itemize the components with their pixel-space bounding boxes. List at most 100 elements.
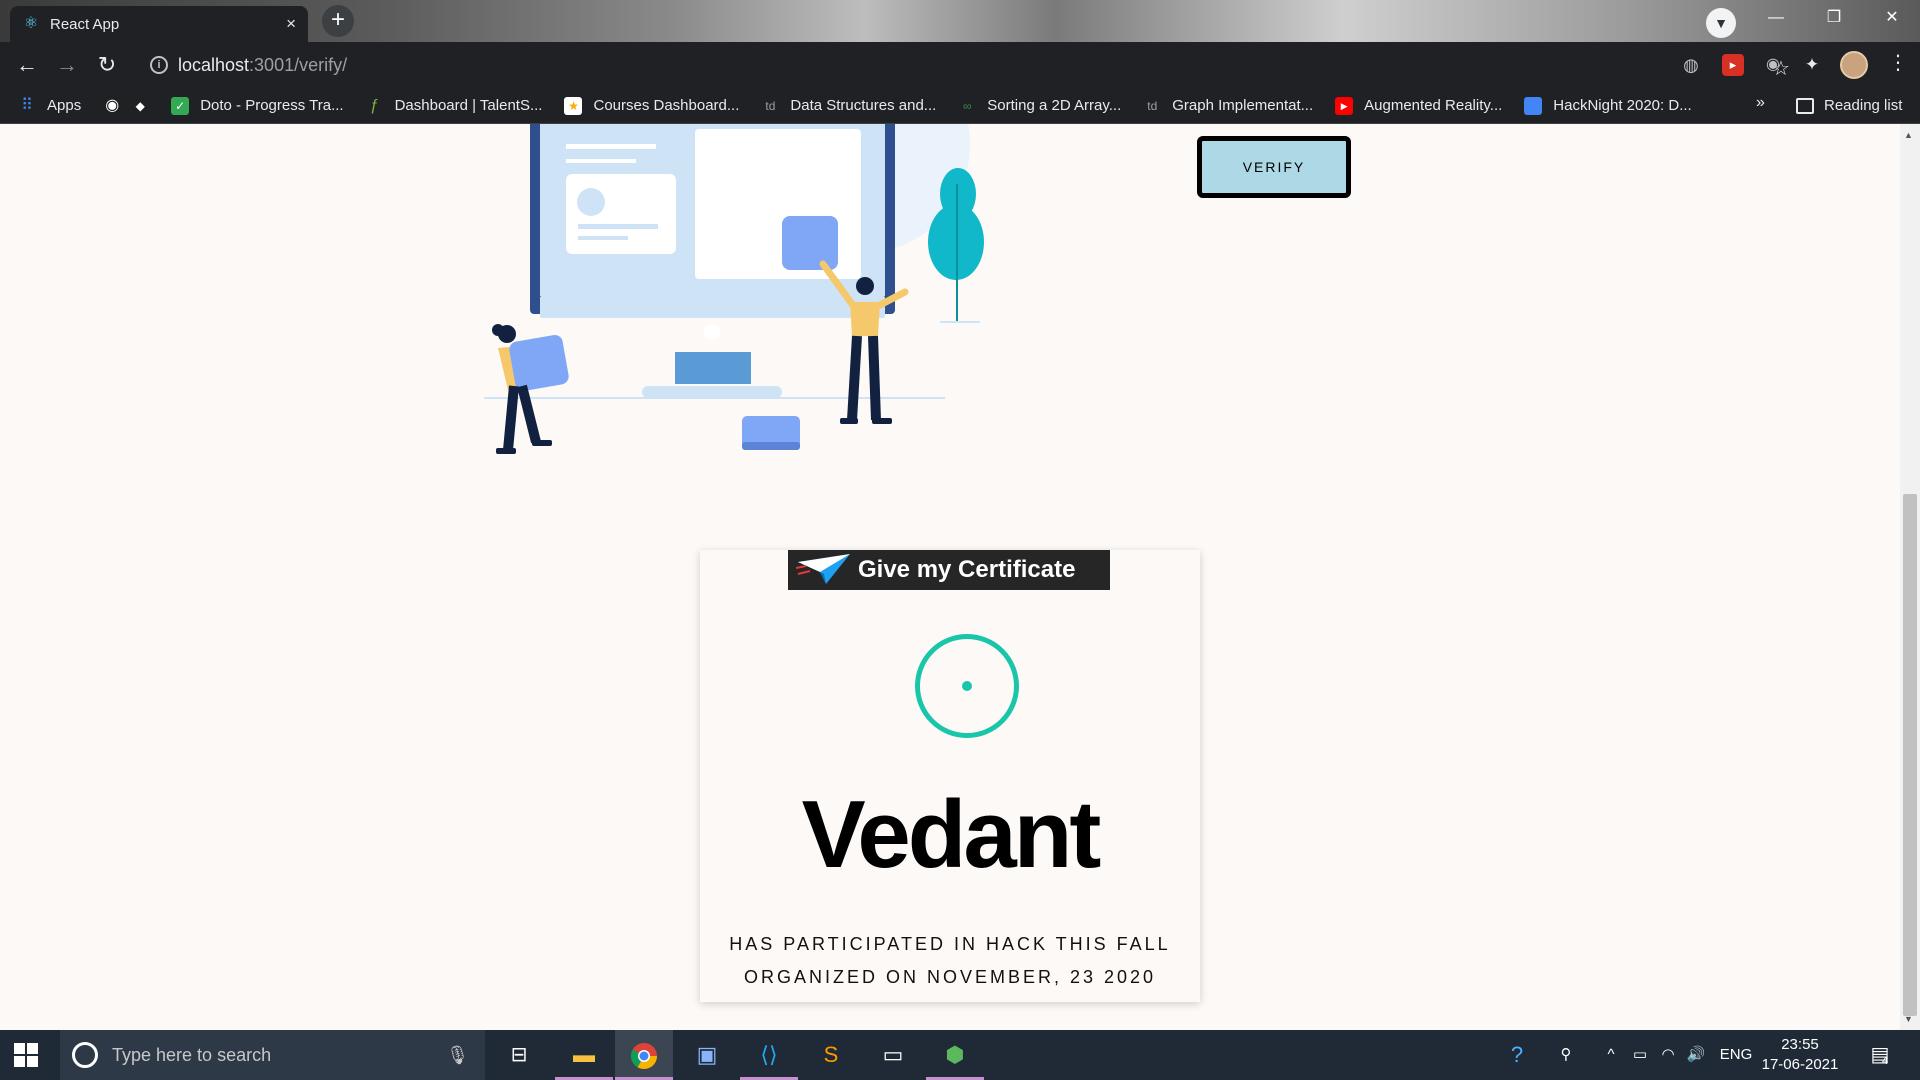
leaf-icon: ƒ — [370, 96, 380, 114]
scrollbar-thumb[interactable] — [1903, 494, 1917, 1016]
tab-search-icon[interactable]: ▼ — [1706, 8, 1736, 38]
taskbar-clock[interactable]: 23:55 17-06-2021 — [1760, 1035, 1840, 1075]
certificate-card: Give my Certificate Vedant HAS PARTICIPA… — [700, 550, 1200, 1002]
help-icon[interactable]: ? — [1500, 1030, 1534, 1080]
people-icon[interactable]: ⚲ — [1552, 1030, 1580, 1080]
bookmark-label: Augmented Reality... — [1364, 97, 1503, 114]
cortana-icon — [72, 1042, 98, 1068]
bookmark-apps[interactable]: ⠿ Apps — [18, 97, 81, 115]
taskbar-search[interactable]: Type here to search 🎙 — [60, 1030, 485, 1080]
more-bookmarks-icon[interactable]: » — [1756, 94, 1765, 112]
file-explorer-icon[interactable]: ▬ — [555, 1030, 613, 1080]
bookmark-ds[interactable]: td Data Structures and... — [761, 97, 936, 115]
youtube-icon: ▶ — [1335, 96, 1354, 115]
participation-line: HAS PARTICIPATED IN HACK THIS FALL — [729, 934, 1171, 954]
nodejs-icon[interactable]: ⬢ — [926, 1030, 984, 1080]
participant-name: Vedant — [801, 781, 1102, 888]
new-tab-button[interactable]: + — [322, 5, 354, 37]
check-icon: ✓ — [171, 96, 190, 115]
windows-start-icon[interactable] — [14, 1043, 38, 1067]
bookmark-label: HackNight 2020: D... — [1553, 97, 1692, 114]
reload-icon[interactable]: ↻ — [90, 49, 124, 81]
site-info-icon[interactable]: i — [150, 56, 168, 74]
page-scrollbar[interactable]: ▲ ▼ — [1900, 124, 1920, 1030]
bookmark-graph[interactable]: td Graph Implementat... — [1143, 97, 1313, 115]
address-bar[interactable]: i localhost:3001/verify/ ☆ — [142, 48, 1790, 82]
bookmark-doto[interactable]: ✓ Doto - Progress Tra... — [171, 96, 344, 115]
profile-avatar[interactable] — [1840, 51, 1868, 79]
puzzle-extensions-icon[interactable]: ✦ — [1801, 54, 1823, 76]
task-view-icon[interactable]: ⊟ — [490, 1030, 548, 1080]
paper-plane-logo-icon — [796, 554, 850, 584]
verify-button[interactable]: VERIFY — [1197, 136, 1351, 198]
menu-kebab-icon[interactable]: ⋮ — [1888, 50, 1908, 75]
notifications-icon[interactable]: ▤ 4 — [1860, 1030, 1900, 1080]
sublime-icon[interactable]: S — [802, 1030, 860, 1080]
gfg-icon: ∞ — [963, 98, 972, 113]
scroll-up-icon[interactable]: ▲ — [1904, 130, 1913, 140]
bookmark-ar[interactable]: ▶ Augmented Reality... — [1335, 96, 1503, 115]
td-icon: td — [765, 98, 776, 113]
browser-toolbar: ← → ↻ i localhost:3001/verify/ ☆ ◍ ▸ ◉ ✦… — [0, 42, 1920, 88]
reading-list-button[interactable]: Reading list — [1796, 97, 1902, 114]
notification-count: 4 — [1882, 1055, 1889, 1067]
minimize-button[interactable]: — — [1748, 0, 1804, 36]
seal-dot — [962, 681, 972, 691]
courses-icon: ★ — [564, 96, 583, 115]
forward-icon[interactable]: → — [50, 49, 84, 81]
wifi-icon[interactable]: ◠ — [1656, 1030, 1680, 1080]
bookmark-label: Apps — [47, 97, 82, 114]
reading-list-label: Reading list — [1824, 97, 1903, 114]
organized-date-line: ORGANIZED ON NOVEMBER, 23 2020 — [743, 967, 1157, 987]
camera-extension-icon[interactable]: ◉ — [1762, 54, 1784, 76]
terminal-icon[interactable]: ▭ — [864, 1030, 922, 1080]
browser-tab[interactable]: ⚛ React App × — [10, 6, 308, 42]
td-icon: td — [1147, 98, 1158, 113]
clock-time: 23:55 — [1781, 1036, 1819, 1053]
bookmarks-bar: ⠿ Apps ◉ ◆ ✓ Doto - Progress Tra... ƒ Da… — [0, 88, 1920, 124]
show-hidden-icons[interactable]: ^ — [1600, 1030, 1622, 1080]
reading-list-icon — [1796, 97, 1814, 114]
page-viewport: VERIFY Give my Certificate Vedant HAS PA… — [0, 124, 1920, 1030]
media-extension-icon[interactable]: ▸ — [1722, 54, 1744, 76]
windows-taskbar: Type here to search 🎙 ⊟ ▬ ▣ ⟨⟩ S ▭ ⬢ ? ⚲… — [0, 1030, 1920, 1080]
volume-icon[interactable]: 🔊 — [1684, 1030, 1708, 1080]
doc-icon — [1524, 96, 1543, 115]
apps-grid-icon: ⠿ — [21, 96, 33, 114]
vscode-icon[interactable]: ⟨⟩ — [740, 1030, 798, 1080]
diamond-icon: ◆ — [135, 98, 145, 113]
back-icon[interactable]: ← — [10, 49, 44, 81]
photos-icon[interactable]: ▣ — [678, 1030, 736, 1080]
bookmark-label: Dashboard | TalentS... — [394, 97, 543, 114]
bookmark-label: Graph Implementat... — [1172, 97, 1314, 114]
url-host: localhost — [178, 55, 250, 75]
tab-title: React App — [50, 15, 120, 33]
url-path: :3001/verify/ — [249, 55, 348, 75]
bookmark-globe[interactable]: ◉ — [103, 97, 121, 115]
react-icon: ⚛ — [23, 15, 39, 32]
scroll-down-icon[interactable]: ▼ — [1904, 1014, 1913, 1024]
microphone-icon[interactable]: 🎙 — [446, 1045, 469, 1066]
globe-extension-icon[interactable]: ◍ — [1680, 54, 1702, 76]
close-tab-icon[interactable]: × — [286, 14, 296, 34]
search-placeholder: Type here to search — [112, 1044, 272, 1065]
globe-icon: ◉ — [105, 96, 120, 114]
brand-banner: Give my Certificate — [788, 550, 1110, 590]
language-indicator[interactable]: ENG — [1716, 1030, 1756, 1080]
computer-illustration — [484, 124, 984, 454]
clock-date: 17-06-2021 — [1761, 1056, 1839, 1073]
bookmark-hacknight[interactable]: HackNight 2020: D... — [1524, 96, 1692, 115]
brand-text: Give my Certificate — [858, 556, 1076, 583]
chrome-icon[interactable] — [615, 1030, 673, 1080]
bookmark-sorting[interactable]: ∞ Sorting a 2D Array... — [958, 97, 1121, 115]
bookmark-talent[interactable]: ƒ Dashboard | TalentS... — [366, 96, 543, 115]
restore-button[interactable]: ❐ — [1806, 0, 1862, 36]
close-window-button[interactable]: ✕ — [1864, 0, 1920, 36]
bookmark-label: Doto - Progress Tra... — [200, 97, 344, 114]
url-text[interactable]: localhost:3001/verify/ — [178, 55, 347, 76]
bookmark-courses[interactable]: ★ Courses Dashboard... — [564, 96, 739, 115]
battery-icon[interactable]: ▭ — [1628, 1030, 1652, 1080]
bookmark-label: Sorting a 2D Array... — [987, 97, 1122, 114]
bookmark-diamond[interactable]: ◆ — [131, 97, 149, 115]
bookmark-label: Data Structures and... — [790, 97, 937, 114]
